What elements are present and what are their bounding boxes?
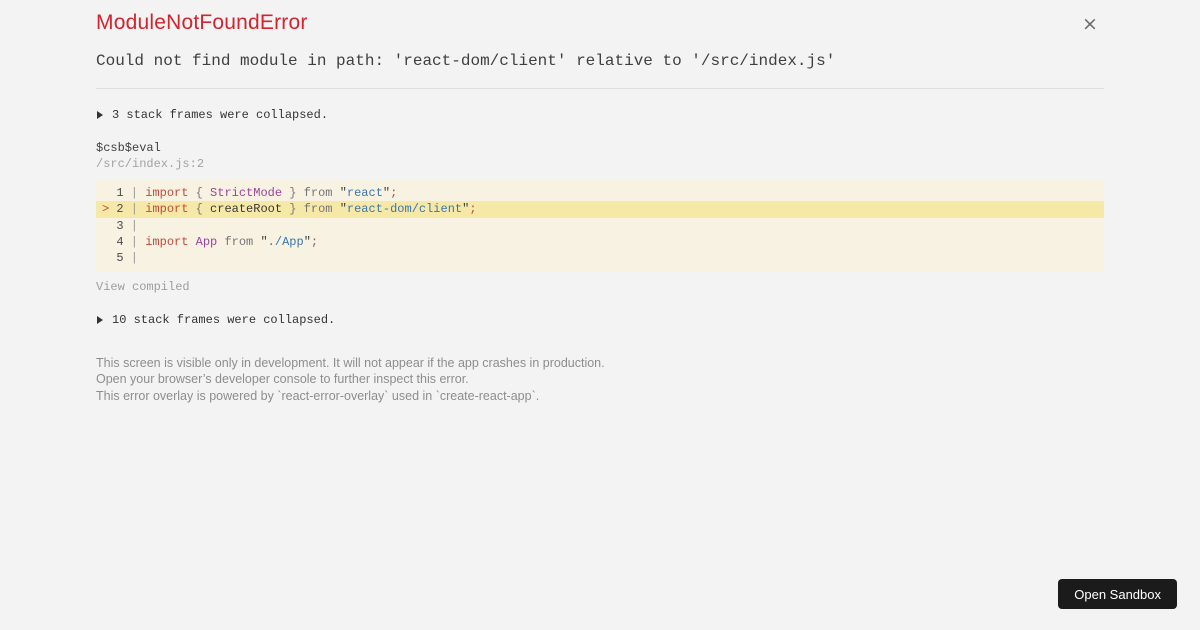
- error-message: Could not find module in path: 'react-do…: [96, 52, 836, 70]
- stack-collapse-toggle-top[interactable]: 3 stack frames were collapsed.: [97, 108, 328, 122]
- view-compiled-link[interactable]: View compiled: [96, 280, 190, 294]
- page-title: ModuleNotFoundError: [96, 11, 308, 34]
- footer-note-development: This screen is visible only in developme…: [96, 356, 605, 370]
- footer-notes: This screen is visible only in developme…: [96, 355, 605, 404]
- caret-right-icon: [97, 316, 103, 324]
- collapsed-frames-label: 10 stack frames were collapsed.: [112, 313, 336, 327]
- open-sandbox-label: Open Sandbox: [1074, 586, 1161, 602]
- footer-note-console: Open your browser’s developer console to…: [96, 372, 469, 387]
- caret-right-icon: [97, 111, 103, 119]
- code-line: 4 | import App from "./App";: [116, 234, 319, 249]
- divider: [96, 88, 1104, 89]
- close-icon[interactable]: ×: [1078, 12, 1102, 36]
- frame-function-name: $csb$eval: [96, 141, 161, 155]
- code-line: 1 | import { StrictMode } from "react";: [116, 186, 398, 200]
- open-sandbox-button[interactable]: Open Sandbox: [1058, 579, 1177, 609]
- code-line: 5 |: [116, 251, 146, 266]
- footer-note-powered-by: This error overlay is powered by `react-…: [96, 388, 540, 403]
- stack-collapse-toggle-bottom[interactable]: 10 stack frames were collapsed.: [97, 313, 335, 327]
- code-line: 3 |: [116, 218, 146, 233]
- code-line: > 2 | import { createRoot } from "react-…: [96, 201, 1104, 218]
- collapsed-frames-label: 3 stack frames were collapsed.: [112, 108, 329, 122]
- frame-file-location[interactable]: /src/index.js:2: [96, 157, 204, 171]
- error-overlay-page: { "overlay": { "title": "ModuleNotFoundE…: [0, 0, 1200, 630]
- code-block: 1 | import { StrictMode } from "react"; >…: [96, 179, 1104, 272]
